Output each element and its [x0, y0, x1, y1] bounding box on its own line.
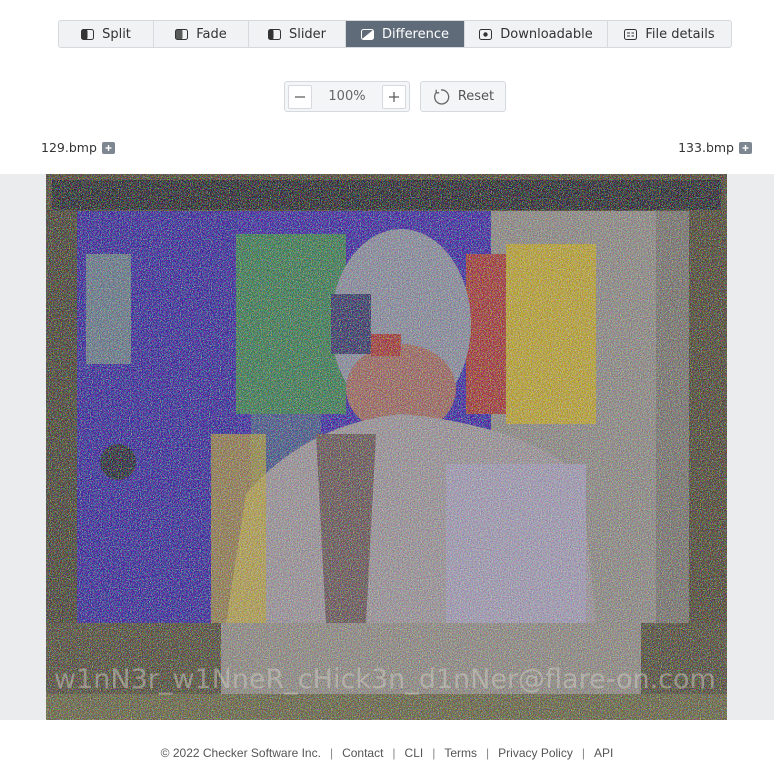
difference-icon	[360, 28, 374, 40]
image-viewer[interactable]: w1nN3r_w1NneR_cHick3n_d1nNer@flare-on.co…	[0, 174, 774, 720]
file-details-icon	[624, 28, 638, 40]
reset-label: Reset	[457, 89, 495, 104]
file-icon[interactable]	[101, 141, 115, 154]
zoom-in-button[interactable]	[382, 84, 406, 109]
footer-link-api[interactable]: API	[585, 746, 622, 760]
fade-icon	[175, 28, 189, 40]
reset-icon	[433, 88, 450, 105]
footer-link-cli[interactable]: CLI	[396, 746, 433, 760]
tab-fade[interactable]: Fade	[154, 21, 249, 47]
split-icon	[81, 28, 95, 40]
footer-link-terms[interactable]: Terms	[435, 746, 486, 760]
difference-image[interactable]: w1nN3r_w1NneR_cHick3n_d1nNer@flare-on.co…	[46, 174, 727, 720]
tab-label: Downloadable	[500, 26, 593, 42]
footer-link-contact[interactable]: Contact	[333, 746, 392, 760]
slider-icon	[267, 28, 281, 40]
footer-copyright: © 2022 Checker Software Inc.	[160, 746, 321, 760]
tab-difference[interactable]: Difference	[346, 21, 465, 47]
reset-button[interactable]: Reset	[420, 81, 506, 112]
right-file-label: 133.bmp	[678, 140, 734, 155]
file-icon[interactable]	[739, 141, 752, 154]
minus-icon	[295, 95, 305, 98]
zoom-out-button[interactable]	[288, 84, 312, 109]
tab-split[interactable]: Split	[59, 21, 154, 47]
right-file-name: 133.bmp	[678, 140, 752, 155]
mode-tabs: Split Fade Slider Difference Downloadabl…	[58, 20, 732, 48]
tab-label: File details	[645, 26, 715, 42]
plus-icon	[389, 91, 399, 102]
footer: © 2022 Checker Software Inc. | Contact | CLI…	[0, 746, 774, 760]
zoom-control: 100%	[284, 81, 410, 112]
left-file-label: 129.bmp	[41, 140, 97, 155]
zoom-level: 100%	[328, 89, 366, 104]
tab-label: Difference	[381, 26, 450, 42]
left-file-name: 129.bmp	[41, 140, 115, 155]
tab-file-details[interactable]: File details	[608, 21, 731, 47]
downloadable-icon	[479, 28, 493, 40]
tab-downloadable[interactable]: Downloadable	[465, 21, 608, 47]
footer-link-privacy-policy[interactable]: Privacy Policy	[489, 746, 582, 760]
tab-label: Fade	[196, 26, 227, 42]
tab-slider[interactable]: Slider	[249, 21, 346, 47]
overlay-text: w1nN3r_w1NneR_cHick3n_d1nNer@flare-on.co…	[54, 664, 716, 695]
tab-label: Slider	[288, 26, 327, 42]
tab-label: Split	[102, 26, 131, 42]
